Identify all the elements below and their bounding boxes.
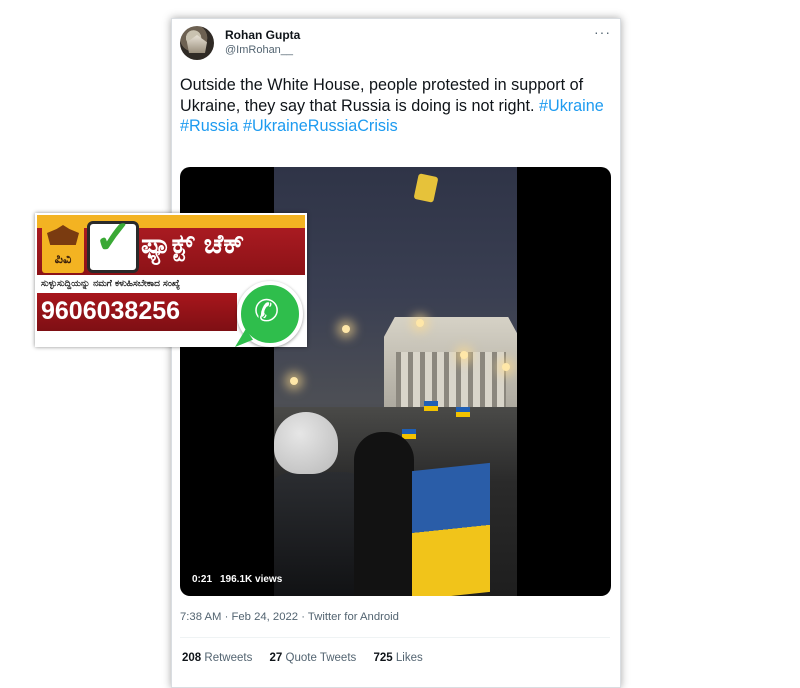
hashtag-russia[interactable]: #Russia — [180, 117, 238, 135]
phone-number: 9606038256 — [41, 297, 181, 325]
tweet-timestamp[interactable]: 7:38 AM · Feb 24, 2022 · Twitter for And… — [180, 611, 399, 623]
lion-emblem-icon — [47, 225, 79, 245]
person-dark — [354, 432, 414, 596]
pv-logo: ಪಿವಿ — [42, 221, 84, 273]
tweet-text: Outside the White House, people proteste… — [180, 75, 616, 137]
flag-image — [413, 173, 439, 203]
avatar[interactable] — [180, 26, 214, 60]
small-flag — [402, 429, 416, 439]
banner-header: ಪಿವಿ ✓ ಫ್ಯಾಕ್ಟ್ ಚೆಕ್ — [37, 214, 305, 275]
video-frame — [274, 167, 517, 596]
checkbox-icon: ✓ — [87, 214, 139, 273]
phone-bar: 9606038256 — [37, 293, 237, 331]
retweets-count: 208 — [182, 652, 202, 664]
small-flag — [424, 401, 438, 411]
tweet-body: Outside the White House, people proteste… — [180, 76, 584, 115]
likes-label: Likes — [395, 652, 423, 664]
fact-check-banner: ಪಿವಿ ✓ ಫ್ಯಾಕ್ಟ್ ಚೆಕ್ ಸುಳ್ಳುಸುದ್ದಿಯನ್ನು ನ… — [35, 213, 307, 347]
checkmark-icon: ✓ — [94, 211, 133, 263]
more-options-icon[interactable]: ··· — [594, 24, 611, 40]
tweet-stats: 208 Retweets 27 Quote Tweets 725 Likes — [182, 652, 437, 664]
hashtag-ukraine-russia-crisis[interactable]: #UkraineRussiaCrisis — [243, 117, 398, 135]
street-lamp — [342, 325, 350, 333]
retweets-stat[interactable]: 208 Retweets — [182, 652, 252, 664]
video-views: 196.1K views — [220, 574, 283, 585]
retweets-label: Retweets — [204, 652, 253, 664]
logo-text: ಪಿವಿ — [54, 251, 72, 266]
banner-tagline: ಸುಳ್ಳುಸುದ್ದಿಯನ್ನು ನಮಗೆ ಕಳುಹಿಸಬೇಕಾದ ಸಂಖ್ಯ… — [41, 279, 180, 289]
video-time: 0:21 — [192, 574, 213, 585]
quote-tweets-stat[interactable]: 27 Quote Tweets — [270, 652, 357, 664]
quote-tweets-label: Quote Tweets — [285, 652, 357, 664]
whatsapp-icon: ✆ — [237, 281, 303, 347]
small-flag — [456, 407, 470, 417]
columns-image — [396, 352, 506, 407]
hashtag-ukraine[interactable]: #Ukraine — [539, 97, 604, 115]
quote-tweets-count: 27 — [269, 652, 283, 664]
likes-stat[interactable]: 725 Likes — [373, 652, 422, 664]
person-hat — [274, 412, 338, 474]
tweet-card: Rohan Gupta @ImRohan__ ··· Outside the W… — [171, 18, 621, 688]
street-lamp — [290, 377, 298, 385]
banner-title: ಫ್ಯಾಕ್ಟ್ ಚೆಕ್ — [141, 229, 245, 260]
display-name[interactable]: Rohan Gupta — [225, 28, 300, 42]
street-lamp — [460, 351, 468, 359]
divider — [180, 637, 610, 638]
likes-count: 725 — [373, 652, 393, 664]
ukraine-flag — [412, 462, 490, 596]
user-handle[interactable]: @ImRohan__ — [225, 44, 293, 56]
street-lamp — [502, 363, 510, 371]
street-lamp — [416, 319, 424, 327]
